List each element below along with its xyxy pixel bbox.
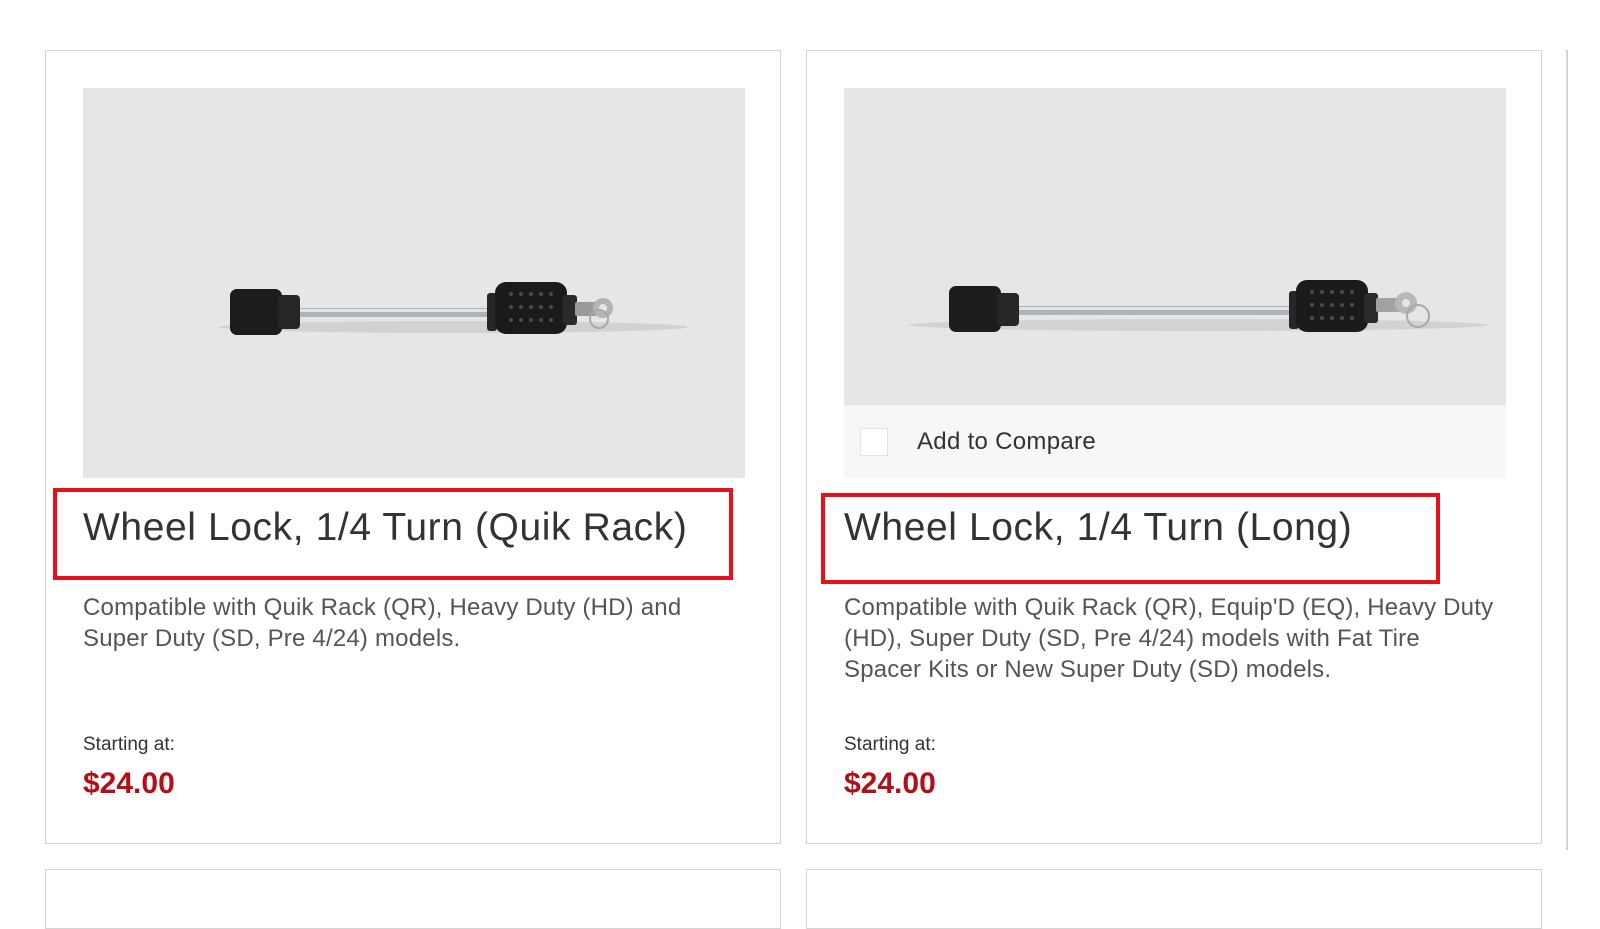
wheel-lock-image bbox=[909, 280, 1489, 332]
product-description: Compatible with Quik Rack (QR), Equip'D … bbox=[844, 594, 1494, 683]
product-card[interactable]: Add to Compare Wheel Lock, 1/4 Turn (Lon… bbox=[806, 50, 1542, 844]
product-card-next-row bbox=[806, 869, 1542, 929]
product-card-edge bbox=[1566, 50, 1568, 850]
product-title[interactable]: Wheel Lock, 1/4 Turn (Quik Rack) bbox=[83, 506, 687, 550]
product-description: Compatible with Quik Rack (QR), Heavy Du… bbox=[83, 594, 682, 652]
price-label: Starting at: bbox=[844, 734, 936, 755]
price-label: Starting at: bbox=[83, 734, 175, 755]
add-to-compare[interactable]: Add to Compare bbox=[844, 405, 1506, 478]
product-title[interactable]: Wheel Lock, 1/4 Turn (Long) bbox=[844, 506, 1352, 550]
product-price: $24.00 bbox=[83, 767, 175, 800]
compare-label[interactable]: Add to Compare bbox=[917, 428, 1096, 456]
product-card[interactable]: Wheel Lock, 1/4 Turn (Quik Rack) Compati… bbox=[45, 50, 781, 844]
wheel-lock-image bbox=[218, 282, 688, 335]
product-price: $24.00 bbox=[844, 767, 936, 800]
product-image[interactable] bbox=[844, 88, 1506, 405]
product-image[interactable] bbox=[83, 88, 745, 478]
compare-checkbox[interactable] bbox=[860, 427, 888, 456]
product-card-next-row bbox=[45, 869, 781, 929]
